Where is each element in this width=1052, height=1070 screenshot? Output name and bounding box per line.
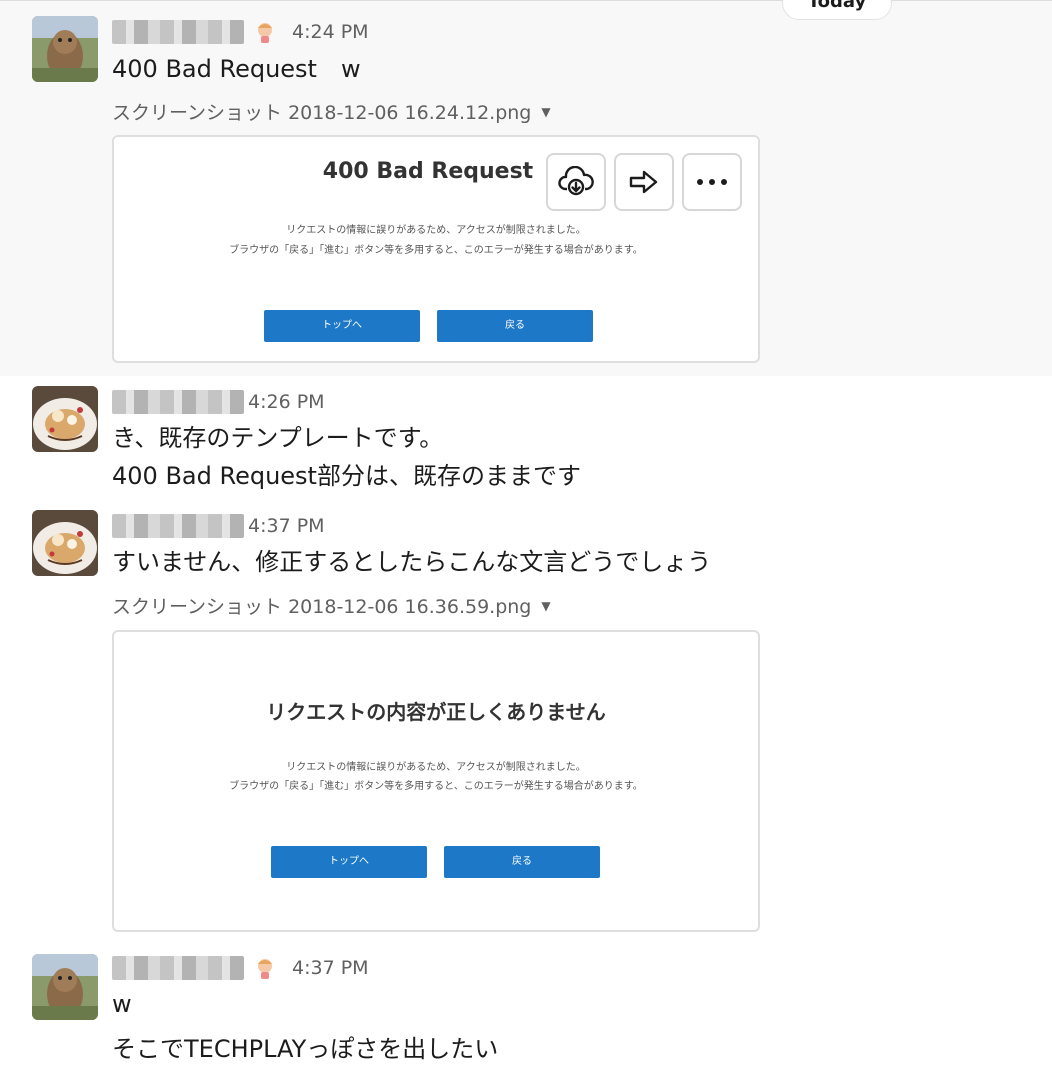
message-timestamp[interactable]: 4:37 PM [292,957,369,979]
message-text: 400 Bad Request w [112,55,361,83]
download-button[interactable] [546,153,606,211]
preview-body-line: リクエストの情報に誤りがあるため、アクセスが制限されました。 [286,762,586,773]
caret-down-icon[interactable]: ▼ [541,599,550,613]
avatar-user-b[interactable] [32,386,98,452]
status-emoji-icon[interactable] [252,19,278,45]
date-divider-pill[interactable]: Today [782,0,892,20]
preview-top-button: トップへ [264,310,420,342]
username-blurred[interactable] [112,956,244,980]
message-header: 4:37 PM [112,511,325,541]
share-arrow-icon [629,170,658,194]
message-header: 4:37 PM [112,953,369,983]
message-text: そこでTECHPLAYっぽさを出したい [112,1035,499,1063]
image-preview[interactable]: リクエストの内容が正しくありません リクエストの情報に誤りがあるため、アクセスが… [112,630,760,932]
more-actions-button[interactable] [682,153,742,211]
message-timestamp[interactable]: 4:26 PM [248,391,325,413]
message-timestamp[interactable]: 4:24 PM [292,21,369,43]
day-divider-line [0,0,1052,1]
share-button[interactable] [614,153,674,211]
file-hover-actions [546,153,742,211]
file-name-row[interactable]: スクリーンショット 2018-12-06 16.36.59.png ▼ [112,592,551,619]
message-text: w [112,990,132,1018]
caret-down-icon[interactable]: ▼ [541,105,550,119]
preview-back-button: 戻る [437,310,593,342]
message-text: すいません、修正するとしたらこんな文言どうでしょう [112,548,712,576]
file-name[interactable]: スクリーンショット 2018-12-06 16.36.59.png [112,592,531,619]
file-name[interactable]: スクリーンショット 2018-12-06 16.24.12.png [112,98,531,125]
message-header: 4:24 PM [112,17,369,47]
download-icon [558,166,594,196]
preview-body-line: ブラウザの「戻る」「進む」ボタン等を多用すると、このエラーが発生する場合がありま… [229,245,643,256]
image-preview[interactable]: 400 Bad Request リクエストの情報に誤りがあるため、アクセスが制限… [112,135,760,363]
file-name-row[interactable]: スクリーンショット 2018-12-06 16.24.12.png ▼ [112,98,551,125]
avatar-user-a[interactable] [32,16,98,82]
preview-heading: リクエストの内容が正しくありません [266,700,606,724]
more-icon [697,179,727,185]
avatar-user-a[interactable] [32,954,98,1020]
message-timestamp[interactable]: 4:37 PM [248,515,325,537]
message-text: き、既存のテンプレートです。 [112,424,444,452]
username-blurred[interactable] [112,514,244,538]
message-header: 4:26 PM [112,387,325,417]
preview-back-button: 戻る [444,846,600,878]
preview-top-button: トップへ [271,846,427,878]
preview-body-line: リクエストの情報に誤りがあるため、アクセスが制限されました。 [286,225,586,236]
username-blurred[interactable] [112,390,244,414]
avatar-user-b[interactable] [32,510,98,576]
message-text: 400 Bad Request部分は、既存のままです [112,462,581,490]
status-emoji-icon[interactable] [252,955,278,981]
preview-body-line: ブラウザの「戻る」「進む」ボタン等を多用すると、このエラーが発生する場合がありま… [229,781,643,792]
username-blurred[interactable] [112,20,244,44]
